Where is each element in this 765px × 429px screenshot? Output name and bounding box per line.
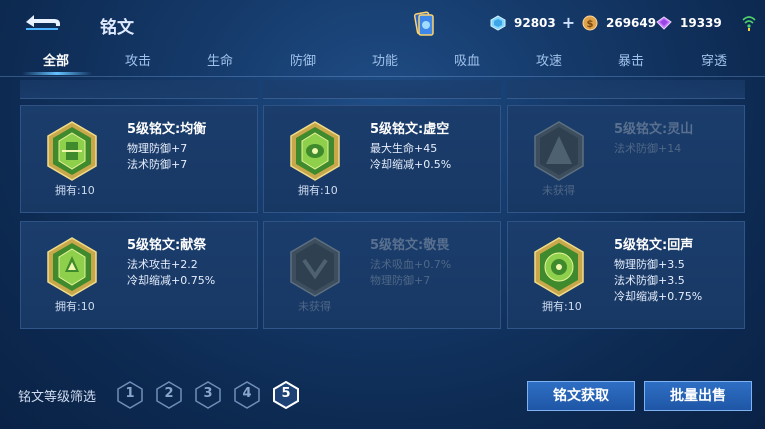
inscription-name: 5级铭文:虚空 — [370, 122, 450, 137]
inscription-awe-icon — [290, 237, 340, 297]
tab-attack-speed[interactable]: 攻速 — [519, 50, 579, 76]
diamond-icon — [490, 15, 506, 31]
inscription-attr: 冷却缩减+0.5% — [370, 158, 452, 171]
owned-count: 拥有:10 — [55, 184, 95, 197]
inscription-void-icon — [290, 121, 340, 181]
level-label: 5 — [281, 386, 291, 401]
tab-attack[interactable]: 攻击 — [108, 50, 168, 76]
acquire-inscription-button[interactable]: 铭文获取 — [527, 381, 635, 411]
inscription-lingshan-icon — [534, 121, 584, 181]
back-arrow-icon[interactable] — [18, 10, 64, 34]
level-filter-5[interactable]: 5 — [273, 380, 299, 410]
diamond-count: 92803 — [514, 16, 556, 30]
inscription-card-sacrifice[interactable]: 拥有:10 5级铭文:献祭 法术攻击+2.2 冷却缩减+0.75% — [20, 221, 258, 329]
crystal-resource: 19339 — [656, 12, 722, 34]
tab-penetration[interactable]: 穿透 — [684, 50, 744, 76]
level-filter-1[interactable]: 1 — [117, 381, 143, 409]
tab-lifesteal[interactable]: 吸血 — [437, 50, 497, 76]
owned-count: 拥有:10 — [298, 184, 338, 197]
inscription-name: 5级铭文:灵山 — [614, 122, 694, 137]
active-tab-indicator — [22, 72, 92, 75]
inscription-attr: 法术防御+3.5 — [614, 274, 685, 287]
inscription-card-void[interactable]: 拥有:10 5级铭文:虚空 最大生命+45 冷却缩减+0.5% — [263, 105, 501, 213]
level-filter-4[interactable]: 4 — [234, 381, 260, 409]
level-filter-2[interactable]: 2 — [156, 381, 182, 409]
inscription-attr: 冷却缩减+0.75% — [127, 274, 216, 287]
gold-resource: $ 269649 — [582, 12, 656, 34]
inscription-echo-icon — [534, 237, 584, 297]
inscription-attr: 最大生命+45 — [370, 142, 438, 155]
page-title: 铭文 — [100, 18, 134, 38]
inscription-card-lingshan[interactable]: 未获得 5级铭文:灵山 法术防御+14 — [507, 105, 745, 213]
inscription-attr: 法术防御+7 — [127, 158, 188, 171]
inscription-card-balance[interactable]: 拥有:10 5级铭文:均衡 物理防御+7 法术防御+7 — [20, 105, 258, 213]
tab-defense[interactable]: 防御 — [273, 50, 333, 76]
previous-row-card — [20, 80, 258, 99]
card-pack-icon[interactable] — [413, 10, 435, 38]
inscription-attr: 物理防御+7 — [127, 142, 188, 155]
category-tabs: 全部 攻击 生命 防御 功能 吸血 攻速 暴击 穿透 — [0, 50, 765, 78]
inscription-card-awe[interactable]: 未获得 5级铭文:敬畏 法术吸血+0.7% 物理防御+7 — [263, 221, 501, 329]
level-label: 3 — [203, 386, 213, 401]
inscription-name: 5级铭文:敬畏 — [370, 238, 450, 253]
inscription-name: 5级铭文:回声 — [614, 238, 694, 253]
owned-count: 未获得 — [298, 300, 331, 313]
inscription-attr: 物理防御+7 — [370, 274, 431, 287]
level-filter-3[interactable]: 3 — [195, 381, 221, 409]
top-bar: 铭文 92803 + $ 269649 19339 — [0, 0, 765, 46]
tab-utility[interactable]: 功能 — [355, 50, 415, 76]
inscription-attr: 法术吸血+0.7% — [370, 258, 452, 271]
inscription-attr: 冷却缩减+0.75% — [614, 290, 703, 303]
owned-count: 拥有:10 — [542, 300, 582, 313]
owned-count: 未获得 — [542, 184, 575, 197]
add-diamond-button[interactable]: + — [562, 15, 575, 31]
inscription-name: 5级铭文:均衡 — [127, 122, 207, 137]
wifi-signal-icon — [742, 16, 756, 31]
inscription-name: 5级铭文:献祭 — [127, 238, 207, 253]
level-label: 1 — [125, 386, 135, 401]
crystal-icon — [656, 16, 672, 30]
inscription-attr: 物理防御+3.5 — [614, 258, 685, 271]
gold-coin-icon: $ — [582, 15, 598, 31]
level-label: 4 — [242, 386, 252, 401]
previous-row-card — [263, 80, 501, 99]
gold-count: 269649 — [606, 16, 657, 30]
tab-divider — [0, 76, 765, 77]
owned-count: 拥有:10 — [55, 300, 95, 313]
inscription-card-echo[interactable]: 拥有:10 5级铭文:回声 物理防御+3.5 法术防御+3.5 冷却缩减+0.7… — [507, 221, 745, 329]
inscription-balance-icon — [47, 121, 97, 181]
crystal-count: 19339 — [680, 16, 722, 30]
diamond-resource: 92803 + — [490, 12, 575, 34]
inscription-attr: 法术攻击+2.2 — [127, 258, 198, 271]
tab-health[interactable]: 生命 — [190, 50, 250, 76]
level-label: 2 — [164, 386, 174, 401]
tab-crit[interactable]: 暴击 — [601, 50, 661, 76]
inscription-attr: 法术防御+14 — [614, 142, 682, 155]
bulk-sell-button[interactable]: 批量出售 — [644, 381, 752, 411]
previous-row-card — [507, 80, 745, 99]
level-filter-label: 铭文等级筛选 — [18, 390, 97, 405]
inscription-sacrifice-icon — [47, 237, 97, 297]
svg-text:$: $ — [587, 19, 594, 30]
